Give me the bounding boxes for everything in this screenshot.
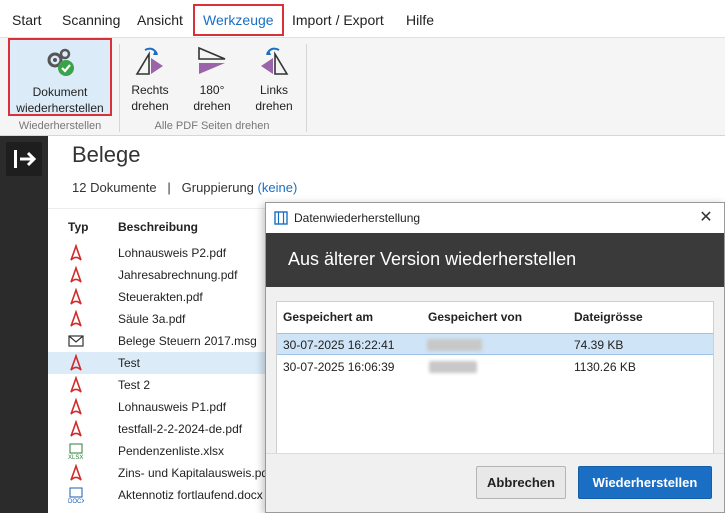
column-description[interactable]: Beschreibung	[118, 220, 198, 234]
row-description: Steuerakten.pdf	[118, 290, 203, 304]
grouping-link[interactable]: (keine)	[258, 180, 298, 195]
menu-bar: Start Scanning Ansicht Werkzeuge Import …	[0, 0, 725, 38]
dialog-titlebar: Datenwiederherstellung ✕	[266, 203, 724, 233]
dialog-heading: Aus älterer Version wiederherstellen	[288, 249, 577, 269]
menu-werkzeuge[interactable]: Werkzeuge	[193, 4, 284, 36]
rotate-right-label-1: Rechts	[131, 83, 169, 97]
left-sidebar	[0, 136, 48, 513]
rotate-left-label-1: Links	[259, 83, 288, 97]
pdf-file-icon	[68, 397, 84, 416]
gears-check-icon	[47, 48, 74, 76]
expand-sidebar-button[interactable]	[6, 142, 42, 176]
ribbon-separator-2	[306, 44, 307, 132]
dialog-title: Datenwiederherstellung	[294, 211, 421, 225]
rotate-180-icon	[198, 46, 226, 74]
rotate-180-button[interactable]: 180° drehen	[186, 38, 238, 116]
row-description: Zins- und Kapitalausweis.pd	[118, 466, 269, 480]
column-saved-by[interactable]: Gespeichert von	[428, 310, 522, 324]
page-title: Belege	[72, 142, 141, 167]
row-description: Aktennotiz fortlaufend.docx	[118, 488, 263, 502]
row-description: Test	[118, 356, 141, 370]
restore-document-button[interactable]: Dokument wiederherstellen	[8, 38, 112, 116]
version-row[interactable]: 30-07-2025 16:06:39 1130.26 KB	[277, 356, 713, 378]
redacted-user	[427, 339, 482, 351]
row-description: Pendenzenliste.xlsx	[118, 444, 225, 458]
menu-hilfe[interactable]: Hilfe	[406, 6, 434, 34]
pdf-file-icon	[68, 265, 84, 284]
svg-text:XLSX: XLSX	[68, 455, 83, 460]
column-type[interactable]: Typ	[68, 220, 88, 234]
rotate-left-button[interactable]: Links drehen	[248, 38, 300, 116]
menu-import-export[interactable]: Import / Export	[292, 6, 384, 34]
database-icon	[274, 211, 288, 225]
version-row[interactable]: 30-07-2025 16:22:41 74.39 KB	[277, 333, 713, 355]
close-icon[interactable]: ✕	[696, 207, 716, 227]
email-icon	[68, 332, 84, 350]
rotate-180-label-2: drehen	[193, 99, 231, 113]
rotate-group-label: Alle PDF Seiten drehen	[154, 120, 270, 132]
cancel-button[interactable]: Abbrechen	[476, 466, 566, 499]
pdf-file-icon	[68, 309, 84, 328]
svg-text:DOCX: DOCX	[68, 499, 84, 504]
version-table: Gespeichert am Gespeichert von Dateigrös…	[276, 301, 714, 461]
row-description: Test 2	[118, 378, 151, 392]
grouping-label: Gruppierung	[181, 180, 254, 195]
document-summary: 12 Dokumente | Gruppierung (keine)	[72, 180, 297, 195]
pdf-file-icon	[68, 353, 84, 372]
word-file-icon: DOCX	[68, 486, 85, 505]
size-cell: 1130.26 KB	[574, 360, 636, 374]
restore-group-label: Wiederherstellen	[18, 120, 102, 132]
restore-button[interactable]: Wiederherstellen	[578, 466, 712, 499]
expand-arrow-icon	[14, 150, 37, 168]
row-description: Lohnausweis P2.pdf	[118, 246, 227, 260]
rotate-right-icon	[135, 47, 163, 75]
summary-separator: |	[167, 180, 171, 195]
dialog-header: Aus älterer Version wiederherstellen	[266, 233, 724, 287]
menu-scanning[interactable]: Scanning	[62, 6, 120, 34]
pdf-file-icon	[68, 243, 84, 262]
row-description: testfall-2-2-2024-de.pdf	[118, 422, 243, 436]
pdf-file-icon	[68, 287, 84, 306]
menu-start[interactable]: Start	[12, 6, 42, 34]
pdf-file-icon	[68, 419, 84, 438]
ribbon: Dokument wiederherstellen Wiederherstell…	[0, 38, 725, 136]
menu-ansicht[interactable]: Ansicht	[137, 6, 183, 34]
ribbon-separator	[119, 44, 120, 132]
redacted-user	[429, 361, 477, 373]
saved-at-cell: 30-07-2025 16:22:41	[283, 338, 395, 352]
restore-label-1: Dokument	[32, 85, 88, 99]
rotate-180-label-1: 180°	[199, 83, 225, 97]
excel-file-icon: XLSX	[68, 442, 84, 461]
column-size[interactable]: Dateigrösse	[574, 310, 643, 324]
row-description: Säule 3a.pdf	[118, 312, 186, 326]
dialog-footer: Abbrechen Wiederherstellen	[266, 453, 724, 512]
rotate-right-button[interactable]: Rechts drehen	[124, 38, 176, 116]
rotate-left-label-2: drehen	[255, 99, 293, 113]
restore-dialog: Datenwiederherstellung ✕ Aus älterer Ver…	[265, 202, 725, 513]
document-count: 12 Dokumente	[72, 180, 157, 195]
pdf-file-icon	[68, 463, 84, 482]
rotate-right-label-2: drehen	[131, 99, 169, 113]
restore-label-2: wiederherstellen	[16, 101, 104, 115]
row-description: Jahresabrechnung.pdf	[118, 268, 238, 282]
size-cell: 74.39 KB	[574, 338, 624, 352]
row-description: Lohnausweis P1.pdf	[118, 400, 227, 414]
row-description: Belege Steuern 2017.msg	[118, 334, 257, 348]
rotate-left-icon	[261, 47, 289, 75]
saved-at-cell: 30-07-2025 16:06:39	[283, 360, 395, 374]
pdf-file-icon	[68, 375, 84, 394]
column-saved-at[interactable]: Gespeichert am	[283, 310, 373, 324]
